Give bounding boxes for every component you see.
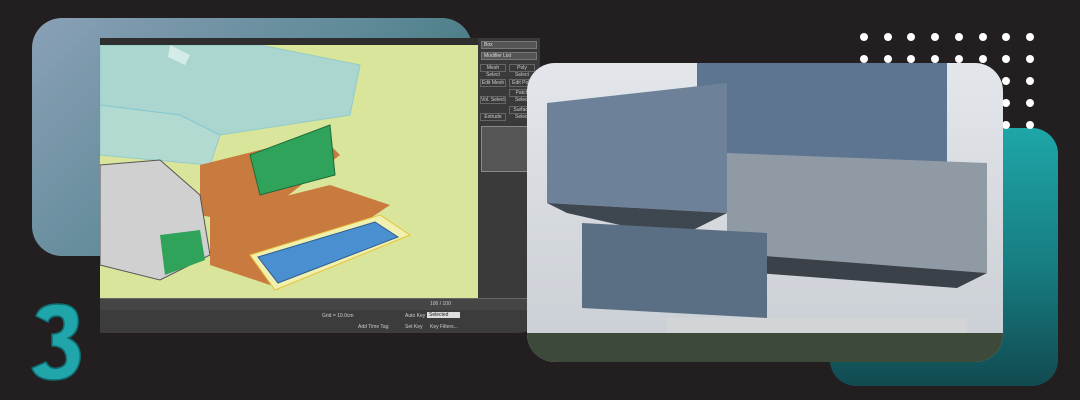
dot — [1026, 77, 1035, 85]
dot — [1026, 99, 1035, 107]
modifier-button[interactable]: Extrude — [480, 113, 506, 121]
key-filters-button[interactable]: Key Filters... — [430, 324, 458, 330]
object-name-field[interactable]: Box — [481, 41, 537, 49]
3dsmax-screenshot: Box Modifier List Mesh SelectPoly Select… — [100, 38, 540, 333]
grid-readout: Grid = 10.0cm — [322, 313, 354, 319]
add-time-tag[interactable]: Add Time Tag — [358, 324, 388, 330]
dot — [1002, 121, 1011, 129]
dot — [1026, 121, 1035, 129]
dot — [907, 33, 916, 41]
timeline[interactable]: 100 / 100 — [100, 298, 540, 310]
house-model-render — [100, 45, 412, 291]
dot — [978, 55, 987, 63]
dot — [1026, 55, 1035, 63]
dot — [1002, 77, 1011, 85]
glass-building-photo — [527, 63, 1003, 362]
dot — [883, 55, 892, 63]
dot — [954, 55, 963, 63]
dot — [954, 33, 963, 41]
set-key-button[interactable]: Set Key — [405, 324, 423, 330]
modifier-button[interactable]: Poly Select — [509, 64, 535, 78]
modifier-button[interactable]: Vol. Select — [480, 96, 506, 104]
dot — [907, 55, 916, 63]
frame-counter: 100 / 100 — [430, 301, 451, 307]
dot — [1002, 55, 1011, 63]
dot — [1002, 33, 1011, 41]
dot — [859, 55, 868, 63]
modifier-button[interactable]: Edit Mesh — [480, 79, 506, 87]
selected-dropdown[interactable]: Selected — [427, 312, 461, 318]
3ds-max-logo — [31, 303, 81, 381]
dot — [1026, 33, 1035, 41]
dot — [978, 33, 987, 41]
dot — [883, 33, 892, 41]
status-bar: Grid = 10.0cm Add Time Tag Auto Key Sele… — [100, 310, 540, 333]
dot — [1002, 99, 1011, 107]
modifier-button[interactable]: Mesh Select — [480, 64, 506, 78]
viewport-3d — [100, 45, 478, 298]
dot — [859, 33, 868, 41]
modifier-list-dropdown[interactable]: Modifier List — [481, 52, 537, 60]
dot — [931, 55, 940, 63]
dot — [931, 33, 940, 41]
auto-key-button[interactable]: Auto Key — [405, 313, 425, 319]
